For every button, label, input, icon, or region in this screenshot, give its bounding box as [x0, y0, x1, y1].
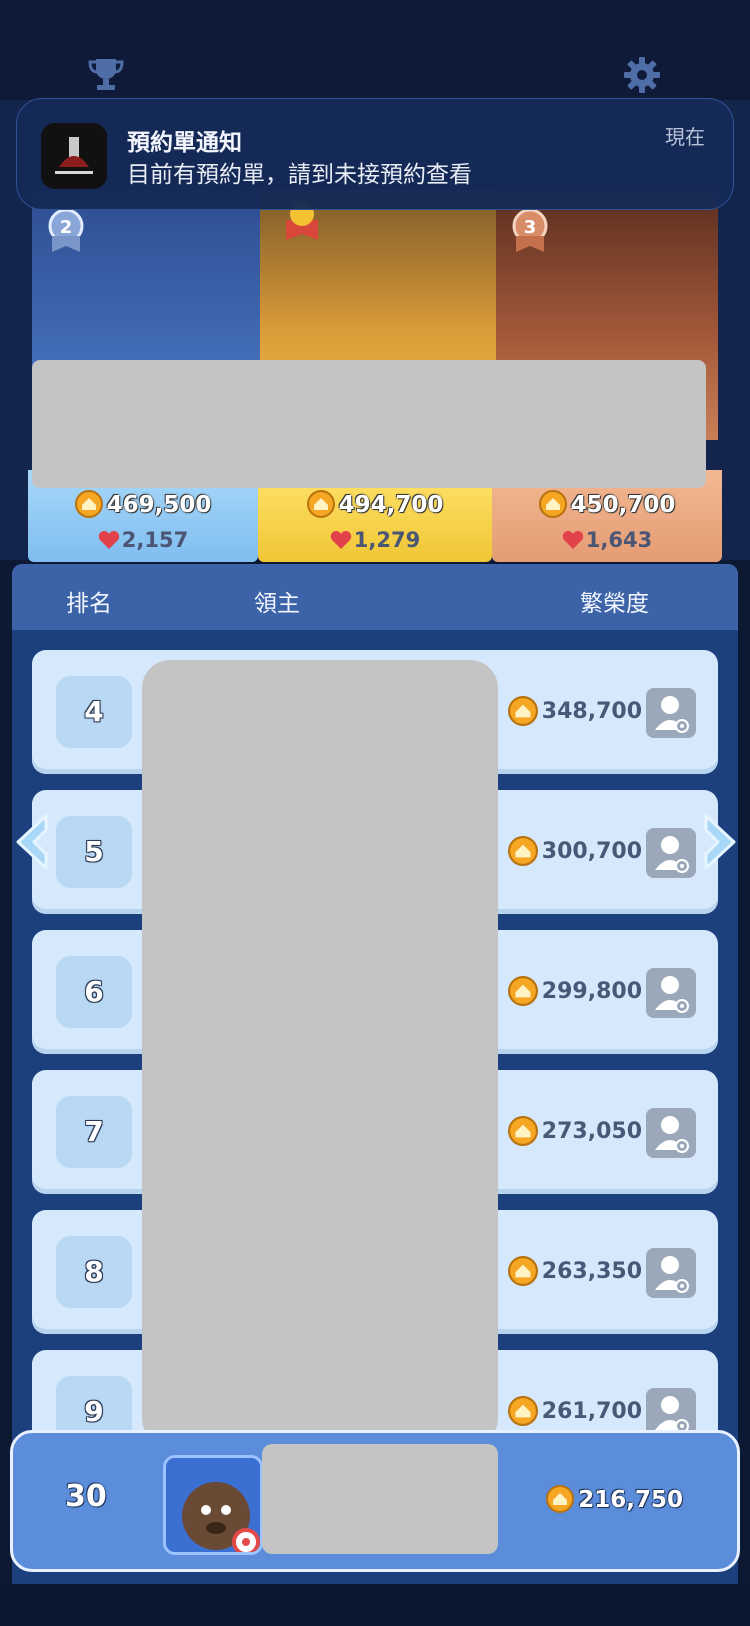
first-place-score: 494,700 [338, 492, 444, 518]
bottom-strip [0, 1584, 750, 1626]
coin-icon [507, 1116, 538, 1146]
coin-icon [507, 1396, 538, 1426]
notification-time: 現在 [665, 125, 705, 149]
avatar[interactable] [163, 1455, 263, 1555]
header-prosperity: 繁榮度 [580, 591, 649, 617]
score-line: 494,700 [258, 490, 492, 518]
second-place-likes: 2,157 [121, 528, 189, 552]
arrow-right-icon[interactable] [700, 812, 740, 872]
coin-icon [507, 976, 538, 1006]
row-score: 263,350 [507, 1256, 642, 1286]
row-score: 300,700 [507, 836, 642, 866]
gear-icon[interactable] [622, 55, 662, 95]
rank-number: 5 [56, 816, 132, 888]
view-profile-icon[interactable] [646, 968, 696, 1018]
view-profile-icon[interactable] [646, 828, 696, 878]
third-place-score: 450,700 [570, 492, 676, 518]
app-icon [41, 123, 107, 189]
svg-text:2: 2 [60, 217, 73, 238]
coin-icon [74, 490, 103, 518]
coin-icon [306, 490, 335, 518]
arrow-left-icon[interactable] [12, 812, 52, 872]
row-score: 261,700 [507, 1396, 642, 1426]
redacted-my-name [262, 1444, 498, 1554]
notification-title: 預約單通知 [127, 130, 242, 156]
coin-icon [546, 1485, 575, 1513]
trophy-icon[interactable] [86, 55, 126, 95]
first-place-likes: 1,279 [353, 528, 421, 552]
row-score-value: 263,350 [541, 1259, 642, 1284]
header-rank: 排名 [66, 591, 112, 617]
coin-icon [507, 1256, 538, 1286]
likes-line: 1,279 [258, 528, 492, 552]
view-profile-icon[interactable] [646, 688, 696, 738]
coin-icon [538, 490, 567, 518]
heart-icon [98, 531, 119, 549]
push-notification[interactable]: 預約單通知 目前有預約單，請到未接預約查看 現在 [16, 98, 734, 210]
row-score-value: 273,050 [541, 1119, 642, 1144]
row-score: 348,700 [507, 696, 642, 726]
my-score: 216,750 [546, 1485, 683, 1513]
notification-body: 目前有預約單，請到未接預約查看 [127, 162, 472, 188]
my-score-value: 216,750 [578, 1487, 683, 1513]
svg-text:3: 3 [524, 217, 537, 238]
row-score-value: 348,700 [541, 699, 642, 724]
header-lord: 領主 [254, 591, 300, 617]
row-score-value: 300,700 [541, 839, 642, 864]
redacted-player-names [142, 660, 498, 1446]
row-score: 299,800 [507, 976, 642, 1006]
heart-icon [562, 531, 583, 549]
row-score: 273,050 [507, 1116, 642, 1146]
row-score-value: 261,700 [541, 1399, 642, 1424]
second-place-score: 469,500 [106, 492, 212, 518]
likes-line: 1,643 [492, 528, 722, 552]
view-profile-icon[interactable] [646, 1108, 696, 1158]
score-line: 469,500 [28, 490, 258, 518]
my-rank-number: 30 [65, 1479, 107, 1514]
likes-line: 2,157 [28, 528, 258, 552]
rank-number: 7 [56, 1096, 132, 1168]
view-profile-icon[interactable] [646, 1248, 696, 1298]
heart-icon [330, 531, 351, 549]
coin-icon [507, 836, 538, 866]
rank-2-ribbon-icon: 2 [48, 208, 84, 252]
redacted-podium-names [32, 360, 706, 488]
third-place-likes: 1,643 [585, 528, 653, 552]
coin-icon [507, 696, 538, 726]
rank-number: 6 [56, 956, 132, 1028]
rank-number: 4 [56, 676, 132, 748]
rank-3-ribbon-icon: 3 [512, 208, 548, 252]
rank-number: 8 [56, 1236, 132, 1308]
score-line: 450,700 [492, 490, 722, 518]
row-score-value: 299,800 [541, 979, 642, 1004]
